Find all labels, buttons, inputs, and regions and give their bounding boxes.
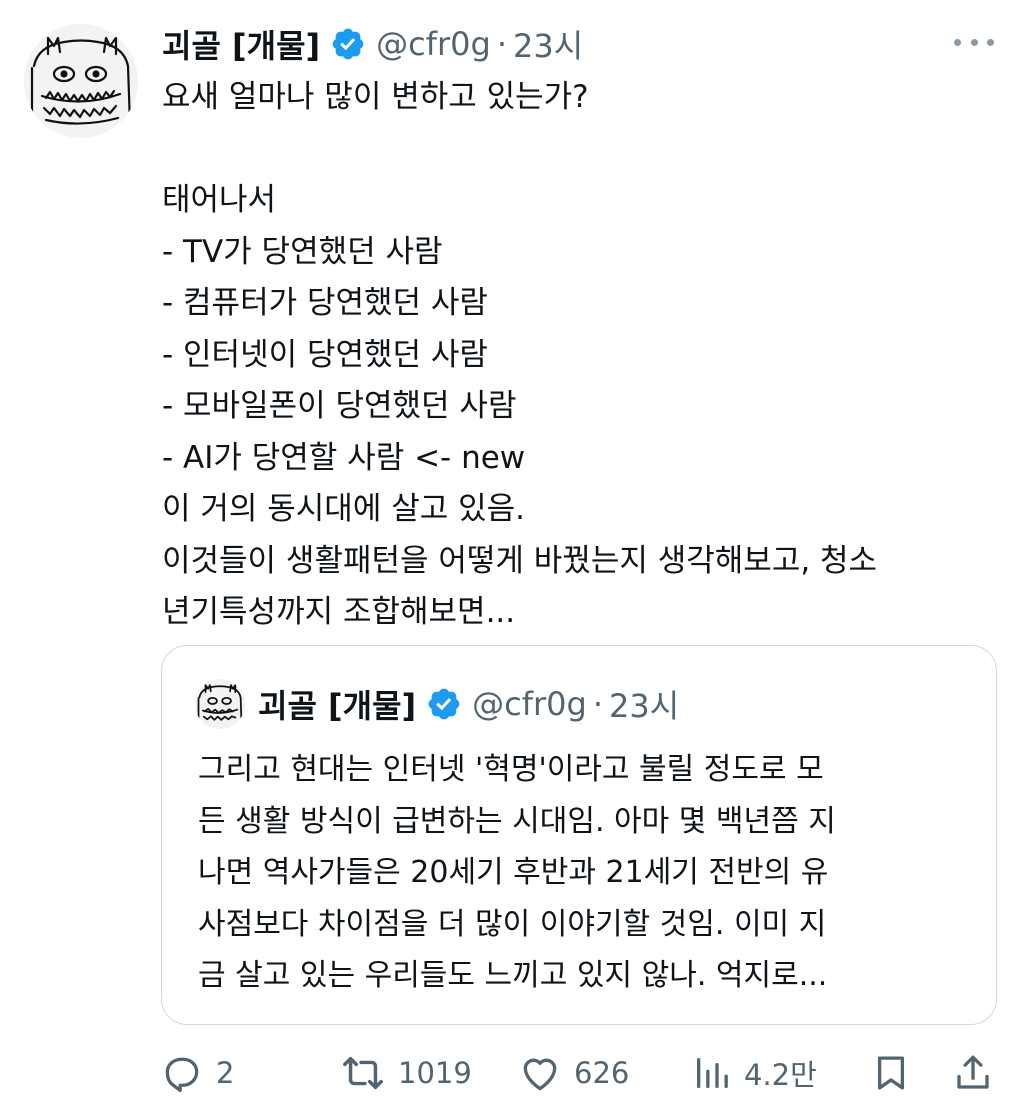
tweet-line: 태어나서 bbox=[162, 182, 277, 218]
retweet-count: 1019 bbox=[398, 1056, 472, 1090]
views-icon bbox=[692, 1053, 732, 1093]
tweet-line: - TV가 당연했던 사람 bbox=[162, 233, 443, 270]
tweet-line: - 인터넷이 당연했던 사람 bbox=[162, 336, 488, 373]
tweet-text: 요새 얼마나 많이 변하고 있는가? 태어나서 - TV가 당연했던 사람 - … bbox=[162, 72, 1007, 639]
quoted-line: 금 살고 있는 우리들도 느끼고 있지 않나. 억지로... bbox=[198, 958, 828, 993]
author-avatar[interactable] bbox=[24, 24, 138, 138]
reply-count: 2 bbox=[216, 1056, 235, 1090]
verified-badge-icon bbox=[426, 686, 462, 722]
reply-button[interactable]: 2 bbox=[160, 1045, 234, 1101]
like-count: 626 bbox=[574, 1056, 630, 1090]
quoted-tweet-text: 그리고 현대는 인터넷 '혁명'이라고 불릴 정도로 모 든 생활 방식이 급변… bbox=[198, 744, 978, 1002]
like-button[interactable]: 626 bbox=[518, 1045, 629, 1101]
author-handle[interactable]: @cfr0g bbox=[376, 25, 491, 63]
reply-icon bbox=[160, 1051, 204, 1095]
retweet-button[interactable]: 1019 bbox=[340, 1045, 472, 1101]
quoted-tweet-timestamp: 23시 bbox=[609, 687, 680, 725]
monster-doodle-icon bbox=[195, 679, 245, 729]
tweet-line: - 컴퓨터가 당연했던 사람 bbox=[162, 285, 488, 321]
action-bar: 2 1019 626 4.2만 bbox=[160, 1045, 1000, 1101]
bookmark-button[interactable] bbox=[870, 1045, 912, 1101]
quoted-line: 든 생활 방식이 급변하는 시대임. 아마 몇 백년쯤 지 bbox=[198, 803, 836, 839]
quoted-author-handle: @cfr0g bbox=[472, 685, 587, 723]
tweet-card: 괴골 [개물] @cfr0g · 23시 요새 얼마나 많이 변하고 있는가? … bbox=[0, 0, 1024, 1113]
tweet-timestamp[interactable]: 23시 bbox=[513, 21, 583, 67]
separator-dot: · bbox=[496, 25, 508, 63]
author-name[interactable]: 괴골 [개물] bbox=[162, 21, 320, 67]
heart-icon bbox=[518, 1051, 562, 1095]
quoted-author-avatar bbox=[195, 679, 245, 729]
tweet-line bbox=[162, 124, 1007, 176]
monster-doodle-icon bbox=[24, 24, 138, 138]
quoted-author-name: 괴골 [개물] bbox=[258, 687, 417, 725]
quoted-line: 사점보다 차이점을 더 많이 이야기할 것임. 이미 지 bbox=[198, 906, 827, 942]
tweet-line: - 모바일폰이 당연했던 사람 bbox=[162, 388, 517, 424]
verified-badge-icon[interactable] bbox=[330, 26, 366, 62]
tweet-line: 이것들이 생활패턴을 어떻게 바꿨는지 생각해보고, 청소 bbox=[162, 542, 878, 579]
quoted-tweet[interactable]: 괴골 [개물] @cfr0g · 23시 그리고 현대는 인터넷 '혁명'이라고… bbox=[161, 645, 997, 1025]
quoted-line: 나면 역사가들은 20세기 후반과 21세기 전반의 유 bbox=[198, 855, 829, 890]
more-icon[interactable] bbox=[954, 30, 994, 54]
quoted-line: 그리고 현대는 인터넷 '혁명'이라고 불릴 정도로 모 bbox=[198, 752, 824, 787]
share-button[interactable] bbox=[952, 1045, 994, 1101]
retweet-icon bbox=[340, 1050, 386, 1096]
separator-dot: · bbox=[592, 685, 604, 723]
quoted-tweet-header: 괴골 [개물] @cfr0g · 23시 bbox=[258, 678, 679, 730]
view-count: 4.2만 bbox=[744, 1058, 817, 1092]
share-icon bbox=[952, 1052, 994, 1094]
tweet-line: 이 거의 동시대에 살고 있음. bbox=[162, 491, 525, 527]
tweet-header: 괴골 [개물] @cfr0g · 23시 bbox=[162, 18, 583, 70]
bookmark-icon bbox=[870, 1052, 912, 1094]
tweet-line: 요새 얼마나 많이 변하고 있는가? bbox=[162, 79, 589, 115]
tweet-line: - AI가 당연할 사람 <- new bbox=[162, 439, 526, 476]
views-button[interactable]: 4.2만 bbox=[692, 1045, 817, 1101]
tweet-line: 년기특성까지 조합해보면... bbox=[162, 594, 516, 630]
